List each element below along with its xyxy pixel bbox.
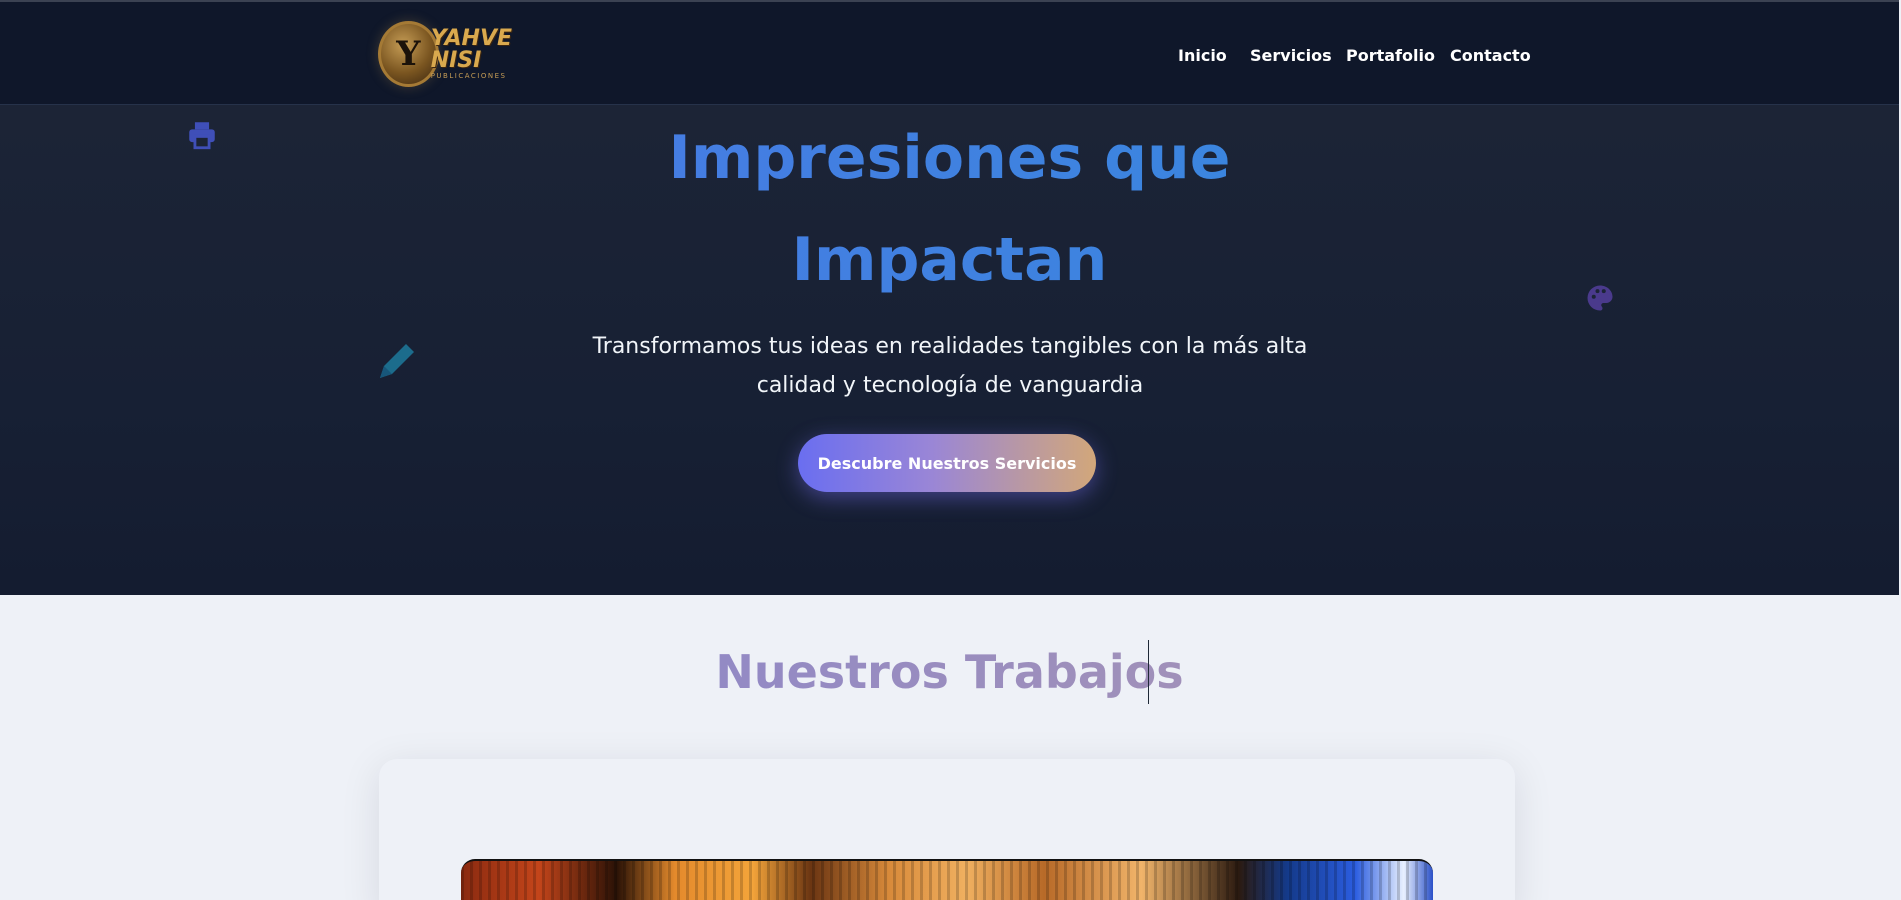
works-section-title: Nuestros Trabajos [0,645,1899,699]
hero-subtitle: Transformamos tus ideas en realidades ta… [592,334,1308,398]
portfolio-image[interactable] [461,859,1433,900]
text-cursor [1148,640,1149,704]
nav-link-inicio[interactable]: Inicio [1178,46,1227,65]
logo-tagline: PUBLICACIONES [430,72,507,80]
hero-title-line1: Impresiones que [0,123,1899,193]
nav-link-contacto[interactable]: Contacto [1450,46,1531,65]
hero-title-line2: Impactan [0,225,1899,295]
discover-services-button[interactable]: Descubre Nuestros Servicios [798,434,1096,492]
navbar: Y YAHVE NISI PUBLICACIONES Inicio Servic… [0,0,1899,105]
main-nav: Inicio Servicios Portafolio Contacto [0,46,1899,66]
nav-link-servicios[interactable]: Servicios [1250,46,1332,65]
nav-link-portafolio[interactable]: Portafolio [1346,46,1435,65]
pen-icon [380,344,414,378]
hero-section: Impresiones que Impactan Transformamos t… [0,105,1899,595]
works-card [379,759,1515,900]
